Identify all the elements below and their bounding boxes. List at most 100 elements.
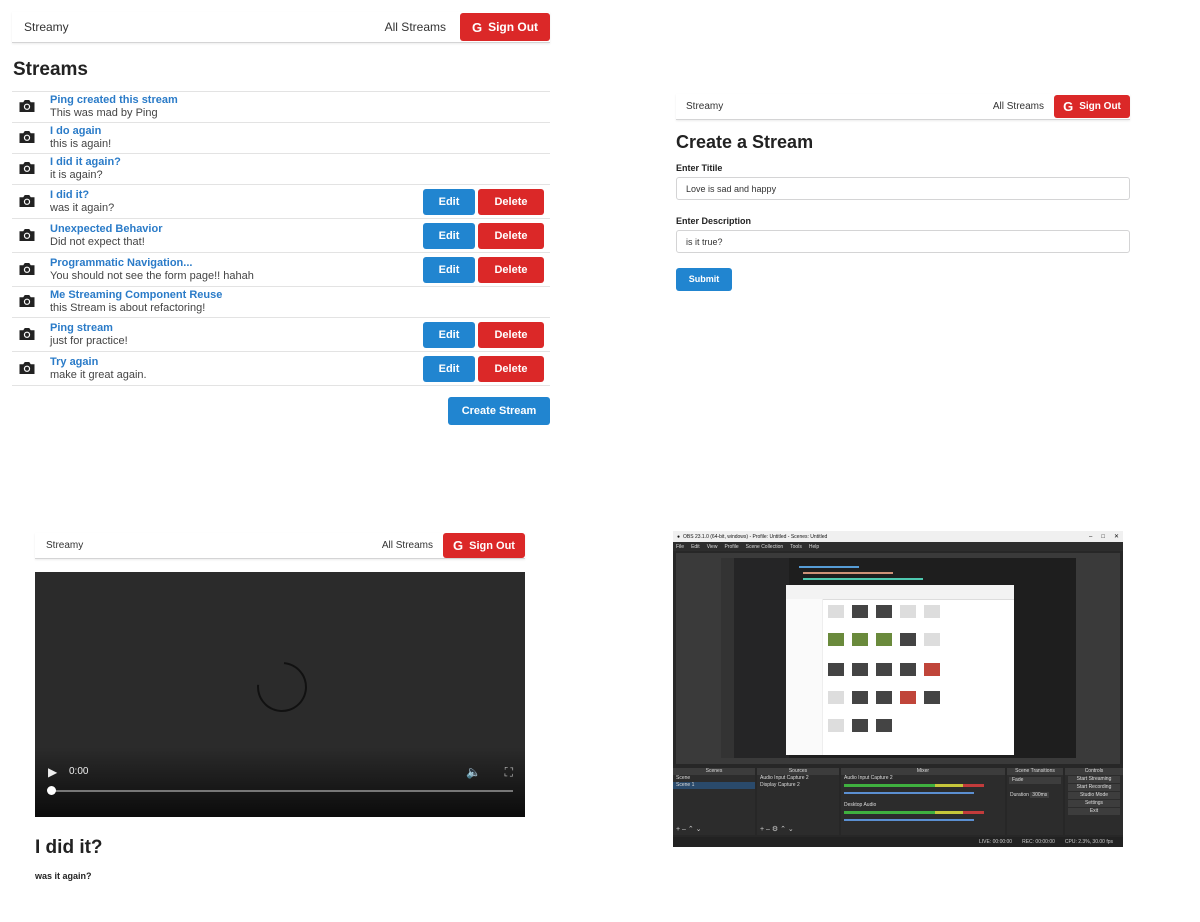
obs-logo-icon: ● xyxy=(677,533,681,540)
delete-button[interactable]: Delete xyxy=(478,222,544,249)
stream-title-link[interactable]: Ping created this stream xyxy=(50,94,550,107)
close-icon[interactable]: ✕ xyxy=(1114,533,1119,540)
obs-menu-bar: File Edit View Profile Scene Collection Tools… xyxy=(673,542,1123,551)
studio-mode-button[interactable]: Studio Mode xyxy=(1068,792,1120,799)
camera-icon xyxy=(18,161,40,177)
obs-docks: Scenes Scene Scene 1 + – ⌃ ⌄ Sources Aud… xyxy=(673,768,1123,835)
edit-button[interactable]: Edit xyxy=(423,355,475,382)
camera-icon xyxy=(18,228,40,244)
audio-meter xyxy=(844,784,984,787)
stream-title-link[interactable]: Programmatic Navigation... xyxy=(50,257,423,270)
video-progress-bar[interactable] xyxy=(49,790,513,792)
edit-button[interactable]: Edit xyxy=(423,321,475,348)
duration-input[interactable]: 300ms xyxy=(1030,792,1050,798)
start-streaming-button[interactable]: Start Streaming xyxy=(1068,776,1120,783)
video-progress-handle[interactable] xyxy=(47,786,56,795)
delete-button[interactable]: Delete xyxy=(478,321,544,348)
description-input[interactable]: is it true? xyxy=(676,230,1130,253)
camera-icon xyxy=(18,294,40,310)
play-icon[interactable]: ▶ xyxy=(48,765,57,779)
all-streams-link[interactable]: All Streams xyxy=(382,540,433,551)
controls-dock: Controls Start Streaming Start Recording… xyxy=(1065,768,1123,835)
obs-menu-item[interactable]: Profile xyxy=(724,544,738,550)
create-stream-button[interactable]: Create Stream xyxy=(448,397,550,425)
sign-out-button[interactable]: G Sign Out xyxy=(460,13,550,41)
obs-menu-item[interactable]: Scene Collection xyxy=(746,544,784,550)
stream-title-link[interactable]: Ping stream xyxy=(50,322,423,335)
volume-icon[interactable]: 🔈 xyxy=(466,765,481,779)
maximize-icon[interactable]: □ xyxy=(1101,534,1105,540)
obs-window-title: OBS 23.1.0 (64-bit, windows) - Profile: … xyxy=(683,533,828,540)
stream-description: make it great again. xyxy=(50,368,147,381)
stream-row: Try again make it great again. Edit Delete xyxy=(12,352,550,386)
brand-link[interactable]: Streamy xyxy=(35,540,94,551)
minimize-icon[interactable]: – xyxy=(1089,534,1092,540)
brand-link[interactable]: Streamy xyxy=(12,20,81,34)
brand-link[interactable]: Streamy xyxy=(676,101,733,112)
obs-menu-item[interactable]: View xyxy=(707,544,718,550)
obs-preview[interactable] xyxy=(676,553,1120,764)
exit-button[interactable]: Exit xyxy=(1068,808,1120,815)
stream-row: I do again this is again! xyxy=(12,123,550,154)
top-menu: Streamy All Streams G Sign Out xyxy=(676,94,1130,120)
stream-list-screen: Streamy All Streams G Sign Out Streams P… xyxy=(12,12,550,425)
stream-description: this is again! xyxy=(50,138,112,150)
file-explorer-window xyxy=(786,585,1014,755)
camera-icon xyxy=(18,99,40,115)
scene-item[interactable]: Scene 1 xyxy=(673,782,755,789)
cpu-status: CPU: 2.3%, 30.00 fps xyxy=(1064,839,1113,845)
sign-out-button[interactable]: G Sign Out xyxy=(1054,95,1130,118)
vscode-activity-bar xyxy=(721,558,734,758)
all-streams-link[interactable]: All Streams xyxy=(385,20,446,34)
stream-title-link[interactable]: I do again xyxy=(50,125,550,138)
obs-menu-item[interactable]: Edit xyxy=(691,544,700,550)
scene-toolbar[interactable]: + – ⌃ ⌄ xyxy=(676,825,702,833)
edit-button[interactable]: Edit xyxy=(423,256,475,283)
settings-button[interactable]: Settings xyxy=(1068,800,1120,807)
source-item[interactable]: Audio Input Capture 2 xyxy=(757,775,839,782)
transition-select[interactable]: Fade xyxy=(1009,777,1061,784)
scenes-dock: Scenes Scene Scene 1 + – ⌃ ⌄ xyxy=(673,768,755,835)
title-label: Enter Titile xyxy=(676,163,723,173)
top-menu: Streamy All Streams G Sign Out xyxy=(35,533,525,559)
stream-row: I did it again? it is again? xyxy=(12,154,550,185)
volume-slider[interactable] xyxy=(844,819,974,821)
obs-menu-item[interactable]: Tools xyxy=(790,544,802,550)
mixer-dock: Mixer Audio Input Capture 2 Desktop Audi… xyxy=(841,768,1005,835)
vscode-sidebar xyxy=(734,558,789,758)
stream-title-link[interactable]: Unexpected Behavior xyxy=(50,223,423,236)
all-streams-link[interactable]: All Streams xyxy=(993,101,1044,112)
volume-slider[interactable] xyxy=(844,792,974,794)
title-input[interactable]: Love is sad and happy xyxy=(676,177,1130,200)
stream-title-link[interactable]: Try again xyxy=(50,356,423,369)
stream-description: Did not expect that! xyxy=(50,235,145,248)
create-stream-screen: Streamy All Streams G Sign Out Create a … xyxy=(676,94,1130,291)
submit-button[interactable]: Submit xyxy=(676,267,732,291)
camera-icon xyxy=(18,361,40,377)
start-recording-button[interactable]: Start Recording xyxy=(1068,784,1120,791)
audio-meter xyxy=(844,811,984,814)
delete-button[interactable]: Delete xyxy=(478,256,544,283)
obs-menu-item[interactable]: File xyxy=(676,544,684,550)
video-player[interactable]: ▶ 0:00 🔈 ⛶ xyxy=(35,572,525,817)
scene-item[interactable]: Scene xyxy=(673,775,755,782)
stream-title-link[interactable]: Me Streaming Component Reuse xyxy=(50,289,550,302)
stream-row: Ping stream just for practice! Edit Delete xyxy=(12,318,550,352)
obs-title-bar: ● OBS 23.1.0 (64-bit, windows) - Profile… xyxy=(673,531,1123,542)
fullscreen-icon[interactable]: ⛶ xyxy=(505,765,513,780)
edit-button[interactable]: Edit xyxy=(423,222,475,249)
stream-title-link[interactable]: I did it again? xyxy=(50,156,550,169)
stream-title-link[interactable]: I did it? xyxy=(50,189,423,202)
edit-button[interactable]: Edit xyxy=(423,188,475,215)
stream-description: it is again? xyxy=(50,169,103,181)
top-menu: Streamy All Streams G Sign Out xyxy=(12,12,550,43)
stream-description: You should not see the form page!! hahah xyxy=(50,269,254,282)
source-toolbar[interactable]: + – ⚙ ⌃ ⌄ xyxy=(760,825,794,833)
source-item[interactable]: Display Capture 2 xyxy=(757,782,839,789)
obs-menu-item[interactable]: Help xyxy=(809,544,819,550)
delete-button[interactable]: Delete xyxy=(478,188,544,215)
delete-button[interactable]: Delete xyxy=(478,355,544,382)
sign-out-button[interactable]: G Sign Out xyxy=(443,533,525,558)
stream-title: I did it? xyxy=(35,837,103,858)
video-controls: ▶ 0:00 🔈 ⛶ xyxy=(35,757,525,817)
